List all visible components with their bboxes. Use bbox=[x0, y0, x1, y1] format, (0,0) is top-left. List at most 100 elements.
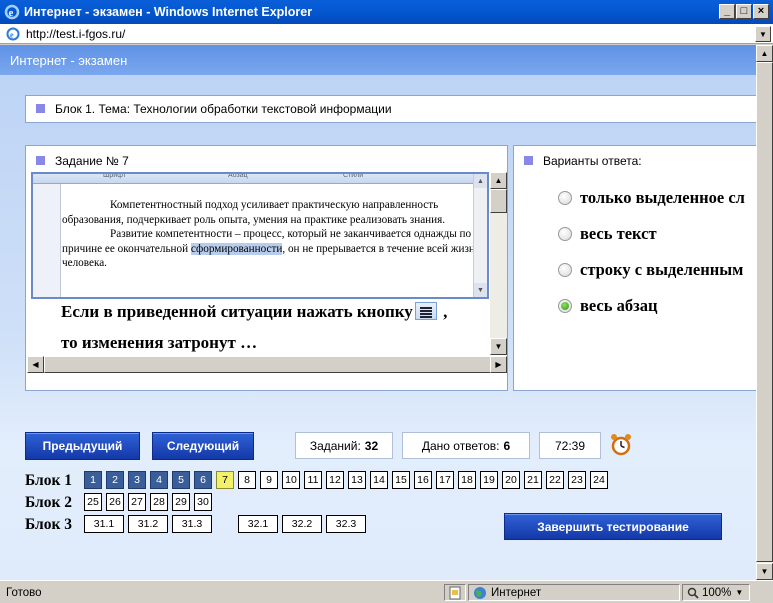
radio-button-selected[interactable] bbox=[558, 299, 572, 313]
security-zone: Интернет bbox=[468, 584, 680, 601]
next-button[interactable]: Следующий bbox=[152, 432, 254, 460]
page-vertical-scrollbar[interactable]: ▲ ▼ bbox=[756, 45, 773, 580]
block-title-panel: Блок 1. Тема: Технологии обработки текст… bbox=[25, 95, 756, 123]
task-cell[interactable]: 25 bbox=[84, 493, 102, 511]
task-cell[interactable]: 12 bbox=[326, 471, 344, 489]
app-header: Интернет - экзамен bbox=[0, 45, 756, 75]
task-cell[interactable]: 4 bbox=[150, 471, 168, 489]
timer: 72:39 bbox=[539, 432, 601, 459]
task-cell[interactable]: 30 bbox=[194, 493, 212, 511]
task-cell[interactable]: 28 bbox=[150, 493, 168, 511]
task-cell[interactable]: 24 bbox=[590, 471, 608, 489]
tasks-count-box: Заданий: 32 bbox=[295, 432, 393, 459]
radio-button[interactable] bbox=[558, 263, 572, 277]
task-cell[interactable]: 31.2 bbox=[128, 515, 168, 533]
scroll-thumb[interactable] bbox=[44, 356, 496, 373]
task-panel: Задание № 7 Шрифт Абзац Стили Компетентн… bbox=[25, 145, 508, 391]
chevron-down-icon[interactable]: ▼ bbox=[735, 588, 743, 597]
task-cell[interactable]: 1 bbox=[84, 471, 102, 489]
zoom-level: 100% bbox=[702, 586, 732, 599]
task-cell[interactable]: 27 bbox=[128, 493, 146, 511]
page-icon: e bbox=[5, 26, 21, 42]
block-title: Блок 1. Тема: Технологии обработки текст… bbox=[55, 102, 392, 116]
task-cell[interactable]: 31.1 bbox=[84, 515, 124, 533]
task-cell[interactable]: 17 bbox=[436, 471, 454, 489]
task-cell[interactable]: 32.1 bbox=[238, 515, 278, 533]
question-line-2: то изменения затронут … bbox=[61, 333, 258, 352]
highlighted-word: сформированности bbox=[190, 242, 283, 255]
scroll-thumb[interactable] bbox=[756, 62, 773, 562]
justify-align-icon bbox=[414, 302, 437, 320]
task-cell[interactable]: 14 bbox=[370, 471, 388, 489]
previous-button[interactable]: Предыдущий bbox=[25, 432, 140, 460]
task-cell[interactable]: 2 bbox=[106, 471, 124, 489]
task-vertical-scrollbar[interactable]: ▲ ▼ bbox=[490, 172, 507, 355]
radio-button[interactable] bbox=[558, 227, 572, 241]
task-cell[interactable]: 8 bbox=[238, 471, 256, 489]
task-cell[interactable]: 13 bbox=[348, 471, 366, 489]
task-cell[interactable]: 5 bbox=[172, 471, 190, 489]
task-cell[interactable]: 3 bbox=[128, 471, 146, 489]
scroll-down-icon[interactable]: ▼ bbox=[490, 338, 507, 355]
answer-option-4[interactable]: весь абзац bbox=[558, 296, 658, 316]
scroll-thumb[interactable] bbox=[490, 189, 507, 213]
answer-option-3[interactable]: строку с выделенным bbox=[558, 260, 743, 280]
scroll-right-icon[interactable]: ▶ bbox=[490, 356, 507, 373]
window-titlebar: e Интернет - экзамен - Windows Internet … bbox=[0, 0, 773, 24]
status-bar: Готово Интернет 100% ▼ bbox=[0, 580, 773, 603]
close-button[interactable]: × bbox=[753, 4, 769, 19]
task-cell[interactable]: 15 bbox=[392, 471, 410, 489]
task-title: Задание № 7 bbox=[55, 154, 129, 168]
scroll-left-icon[interactable]: ◀ bbox=[27, 356, 44, 373]
answers-panel: Варианты ответа: только выделенное сл ве… bbox=[513, 145, 756, 391]
ribbon-label-paragraph: Абзац bbox=[228, 172, 248, 179]
task-cell[interactable]: 26 bbox=[106, 493, 124, 511]
zoom-icon bbox=[687, 587, 699, 599]
internet-explorer-icon: e bbox=[4, 4, 20, 20]
question-line-1: Если в приведенной ситуации нажать кнопк… bbox=[61, 302, 448, 321]
task-cell[interactable]: 16 bbox=[414, 471, 432, 489]
task-cell[interactable]: 29 bbox=[172, 493, 190, 511]
task-horizontal-scrollbar[interactable]: ◀ ▶ bbox=[27, 356, 507, 373]
task-cell[interactable]: 32.2 bbox=[282, 515, 322, 533]
block-3-label: Блок 3 bbox=[25, 516, 73, 533]
svg-text:e: e bbox=[9, 7, 14, 19]
task-cell[interactable]: 22 bbox=[546, 471, 564, 489]
task-screenshot: Шрифт Абзац Стили Компетентностный подхо… bbox=[31, 172, 489, 299]
status-icon-page bbox=[444, 584, 466, 601]
task-cell[interactable]: 7 bbox=[216, 471, 234, 489]
address-dropdown-icon[interactable]: ▼ bbox=[755, 26, 771, 42]
minimize-button[interactable]: _ bbox=[719, 4, 735, 19]
radio-button[interactable] bbox=[558, 191, 572, 205]
task-cell[interactable]: 21 bbox=[524, 471, 542, 489]
ribbon-label-font: Шрифт bbox=[103, 172, 127, 179]
task-cell[interactable]: 9 bbox=[260, 471, 278, 489]
scroll-down-icon[interactable]: ▼ bbox=[756, 563, 773, 580]
answers-title: Варианты ответа: bbox=[543, 154, 642, 168]
answer-option-2[interactable]: весь текст bbox=[558, 224, 657, 244]
zone-label: Интернет bbox=[491, 586, 542, 599]
bullet-square-icon bbox=[36, 104, 45, 113]
url-text[interactable]: http://test.i-fgos.ru/ bbox=[26, 27, 125, 41]
zoom-control[interactable]: 100% ▼ bbox=[682, 584, 750, 601]
task-cell[interactable]: 18 bbox=[458, 471, 476, 489]
task-cell[interactable]: 10 bbox=[282, 471, 300, 489]
bullet-square-icon bbox=[36, 156, 45, 165]
address-bar[interactable]: e http://test.i-fgos.ru/ ▼ bbox=[0, 24, 773, 44]
maximize-button[interactable]: □ bbox=[736, 4, 752, 19]
task-cell[interactable]: 19 bbox=[480, 471, 498, 489]
finish-test-button[interactable]: Завершить тестирование bbox=[504, 513, 722, 540]
task-cell[interactable]: 32.3 bbox=[326, 515, 366, 533]
task-cell[interactable]: 23 bbox=[568, 471, 586, 489]
document-paragraph-1: Компетентностный подход усиливает практи… bbox=[62, 199, 446, 226]
answer-option-1[interactable]: только выделенное сл bbox=[558, 188, 745, 208]
block-1-label: Блок 1 bbox=[25, 472, 73, 489]
window-title: Интернет - экзамен - Windows Internet Ex… bbox=[24, 5, 313, 19]
task-cell[interactable]: 20 bbox=[502, 471, 520, 489]
task-cell[interactable]: 11 bbox=[304, 471, 322, 489]
scroll-up-icon[interactable]: ▲ bbox=[756, 45, 773, 62]
task-cell[interactable]: 31.3 bbox=[172, 515, 212, 533]
scroll-up-icon[interactable]: ▲ bbox=[490, 172, 507, 189]
task-cell[interactable]: 6 bbox=[194, 471, 212, 489]
document-text: Компетентностный подход усиливает практи… bbox=[62, 198, 482, 271]
